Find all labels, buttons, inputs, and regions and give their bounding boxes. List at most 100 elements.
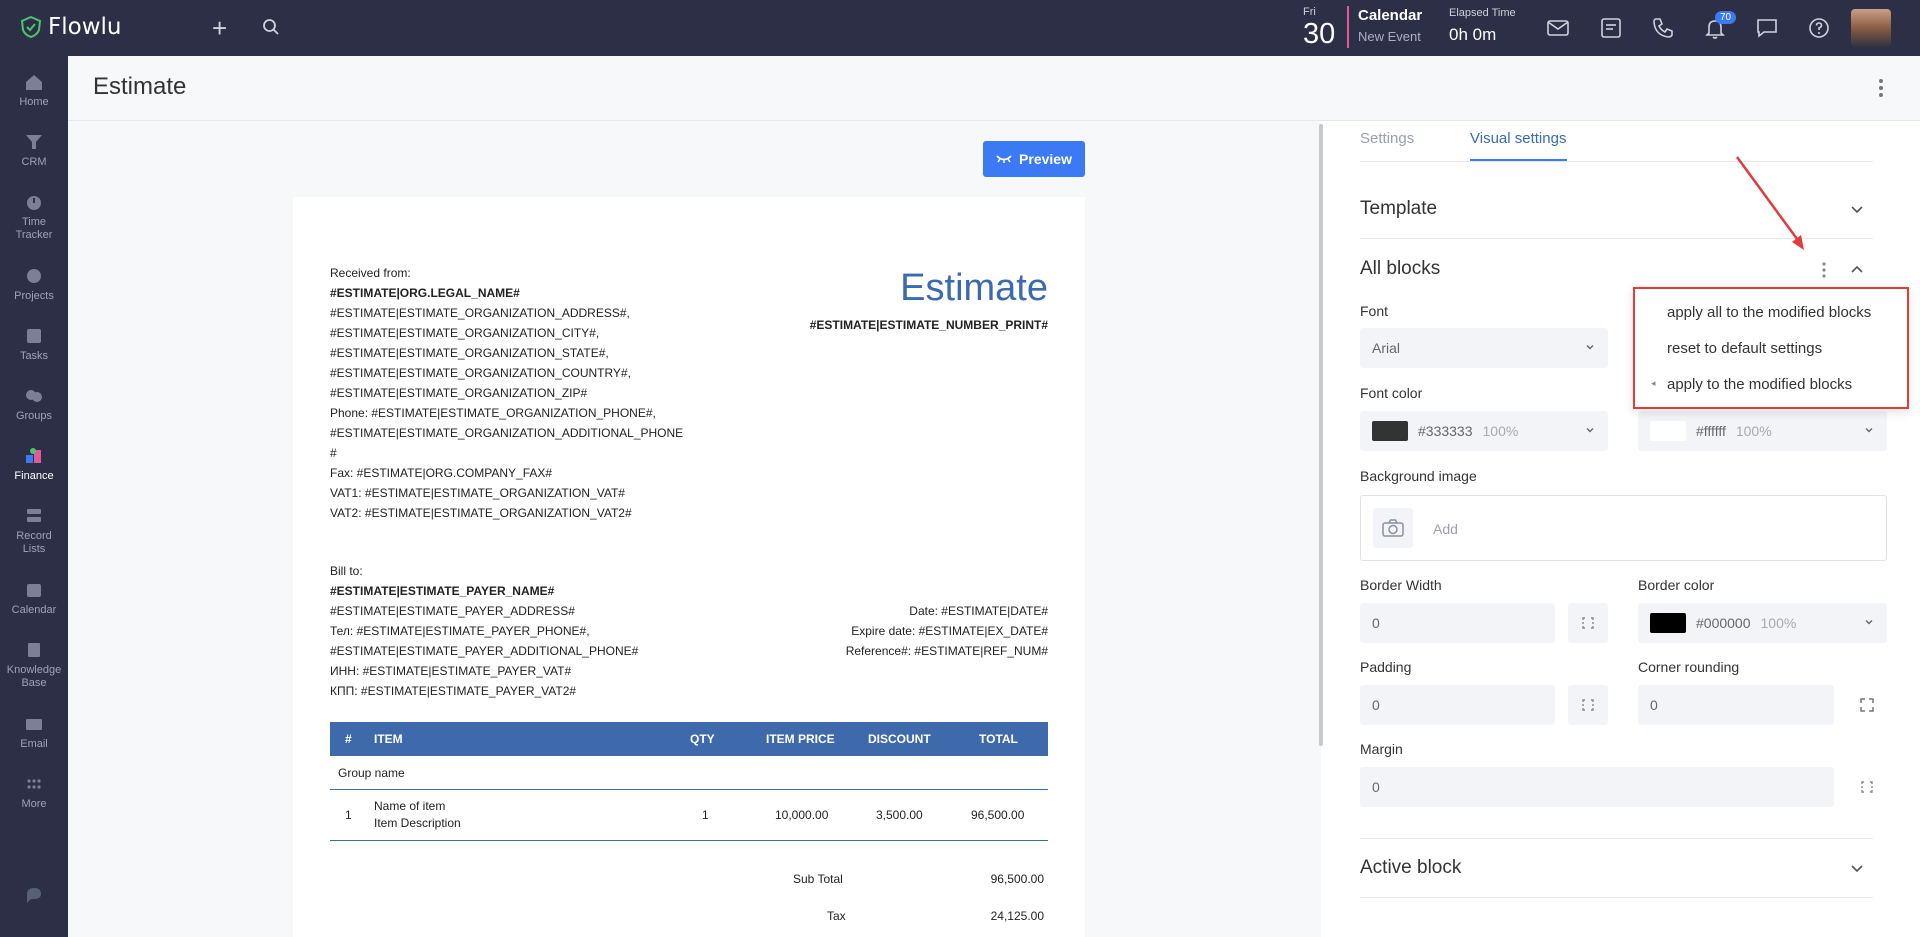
page-title: Estimate xyxy=(93,73,187,100)
sidebar-item-home[interactable]: Home xyxy=(0,72,68,109)
support-icon[interactable] xyxy=(23,886,45,906)
group-name: Group name xyxy=(338,766,405,780)
preview-button[interactable]: Preview xyxy=(983,141,1085,177)
scrollbar[interactable] xyxy=(1319,124,1323,746)
col-header-total: TOTAL xyxy=(979,732,1018,746)
payer-line: #ESTIMATE|ESTIMATE_PAYER_ADDITIONAL_PHON… xyxy=(330,644,639,658)
menu-item-apply-modified[interactable]: apply to the modified blocks xyxy=(1667,376,1852,393)
org-line: #ESTIMATE|ESTIMATE_ORGANIZATION_ZIP# xyxy=(330,386,588,400)
menu-item-reset-default[interactable]: reset to default settings xyxy=(1667,340,1822,357)
sidebar-item-email[interactable]: Email xyxy=(0,714,68,751)
logo[interactable]: Flowlu xyxy=(20,14,121,40)
help-icon[interactable] xyxy=(1807,16,1831,40)
sidebar-item-crm[interactable]: CRM xyxy=(0,132,68,169)
elapsed-value: 0h 0m xyxy=(1449,25,1497,44)
active-block-title: Active block xyxy=(1360,857,1462,878)
sidebar-item-label: Tasks xyxy=(19,350,49,362)
tax-value: 24,125.00 xyxy=(990,909,1044,923)
sidebar-item-record-lists[interactable]: Record Lists xyxy=(0,506,68,556)
notes-icon[interactable] xyxy=(1599,16,1623,40)
calendar-new-event[interactable]: New Event xyxy=(1358,29,1422,44)
payer-line: #ESTIMATE|ESTIMATE_PAYER_ADDRESS# xyxy=(330,604,575,618)
org-line: Phone: #ESTIMATE|ESTIMATE_ORGANIZATION_P… xyxy=(330,406,656,420)
sidebar-item-label: Calendar xyxy=(11,604,57,616)
sidebar-item-label: Email xyxy=(20,738,48,750)
active-block-section[interactable]: Active block xyxy=(1360,857,1873,879)
margin-sides-button[interactable] xyxy=(1847,767,1887,807)
camera-icon xyxy=(1373,508,1413,548)
sidebar-item-label: Time Tracker xyxy=(15,216,53,241)
font-color-select[interactable]: #333333 100% xyxy=(1360,411,1608,451)
corner-rounding-input[interactable]: 0 xyxy=(1638,685,1834,725)
projects-icon xyxy=(27,269,41,283)
received-from-label: Received from: xyxy=(330,266,411,280)
mail-icon[interactable] xyxy=(1546,16,1570,40)
calendar-widget[interactable]: Calendar New Event xyxy=(1358,7,1422,44)
sidebar-item-label: Finance xyxy=(14,470,54,482)
menu-item-apply-all-modified[interactable]: apply all to the modified blocks xyxy=(1667,304,1871,321)
background-image-add[interactable]: Add xyxy=(1433,521,1458,537)
border-width-input[interactable]: 0 xyxy=(1360,603,1555,643)
border-width-label: Border Width xyxy=(1360,577,1442,593)
time-tracker-icon xyxy=(27,196,41,210)
elapsed-label: Elapsed Time xyxy=(1449,7,1516,19)
background-color-select[interactable]: #ffffff 100% xyxy=(1638,411,1887,451)
sidebar-item-tasks[interactable]: Tasks xyxy=(0,326,68,363)
group-row: Group name xyxy=(330,756,1048,790)
org-legal-name: #ESTIMATE|ORG.LEGAL_NAME# xyxy=(330,286,520,300)
tab-settings[interactable]: Settings xyxy=(1360,130,1414,147)
sidebar-item-knowledge-base[interactable]: Knowledge Base xyxy=(0,640,68,690)
tax-label: Tax xyxy=(827,909,846,923)
sidebar-item-label: Home xyxy=(19,96,49,108)
chat-icon[interactable] xyxy=(1755,16,1779,40)
elapsed-time-widget[interactable]: Elapsed Time 0h 0m xyxy=(1449,7,1516,45)
settings-panel: Settings Visual settings Template All bl… xyxy=(1327,121,1920,937)
org-line: #ESTIMATE|ESTIMATE_ORGANIZATION_CITY#, xyxy=(330,326,600,340)
sidebar-item-projects[interactable]: Projects xyxy=(0,266,68,303)
preview-label: Preview xyxy=(1019,151,1072,167)
sidebar-item-more[interactable]: More xyxy=(0,774,68,811)
page-menu-icon[interactable] xyxy=(1878,78,1884,98)
tab-visual-settings[interactable]: Visual settings xyxy=(1470,130,1566,147)
chevron-up-icon[interactable] xyxy=(1848,260,1866,278)
corner-rounding-value: 0 xyxy=(1650,697,1658,713)
border-sides-button[interactable] xyxy=(1568,603,1608,643)
avatar[interactable] xyxy=(1851,9,1891,47)
date-widget[interactable]: Fri 30 xyxy=(1302,6,1344,50)
padding-sides-button[interactable] xyxy=(1568,685,1608,725)
corner-sides-icon xyxy=(1860,698,1874,712)
search-icon[interactable] xyxy=(262,18,280,36)
tasks-icon xyxy=(27,329,41,343)
font-select[interactable]: Arial xyxy=(1360,328,1608,368)
sidebar-item-calendar[interactable]: Calendar xyxy=(0,580,68,617)
sidebar-item-groups[interactable]: Groups xyxy=(0,386,68,423)
payer-line: ИНН: #ESTIMATE|ESTIMATE_PAYER_VAT# xyxy=(330,664,572,678)
estimate-expire-date: Expire date: #ESTIMATE|EX_DATE# xyxy=(851,624,1048,638)
chevron-down-icon[interactable] xyxy=(1848,201,1866,219)
all-blocks-menu-icon[interactable] xyxy=(1821,261,1827,279)
padding-input[interactable]: 0 xyxy=(1360,685,1555,725)
payer-name: #ESTIMATE|ESTIMATE_PAYER_NAME# xyxy=(330,584,555,598)
border-color-value: #000000 xyxy=(1696,615,1751,631)
row-total: 96,500.00 xyxy=(971,808,1025,822)
margin-input[interactable]: 0 xyxy=(1360,767,1834,807)
estimate-reference: Reference#: #ESTIMATE|REF_NUM# xyxy=(845,644,1048,658)
sidebar-item-time-tracker[interactable]: Time Tracker xyxy=(0,192,68,242)
items-table-header: # ITEM QTY ITEM PRICE DISCOUNT TOTAL xyxy=(330,722,1048,756)
corner-sides-button[interactable] xyxy=(1847,685,1887,725)
border-color-select[interactable]: #000000 100% xyxy=(1638,603,1887,643)
estimate-title: Estimate xyxy=(900,267,1048,309)
subtotal-value: 96,500.00 xyxy=(990,872,1044,886)
font-color-swatch xyxy=(1372,421,1408,441)
chevron-down-icon[interactable] xyxy=(1848,860,1866,878)
border-color-swatch xyxy=(1650,613,1686,633)
knowledge-base-icon xyxy=(28,643,40,657)
sidebar-item-finance[interactable]: Finance xyxy=(0,446,68,483)
add-icon[interactable]: + xyxy=(212,13,227,44)
background-image-upload[interactable]: Add xyxy=(1360,495,1887,561)
org-line: VAT1: #ESTIMATE|ESTIMATE_ORGANIZATION_VA… xyxy=(330,486,625,500)
payer-line: Тел: #ESTIMATE|ESTIMATE_PAYER_PHONE#, xyxy=(330,624,590,638)
sidebar-item-label: CRM xyxy=(21,156,47,168)
phone-icon[interactable] xyxy=(1651,16,1675,40)
font-value: Arial xyxy=(1372,340,1401,356)
